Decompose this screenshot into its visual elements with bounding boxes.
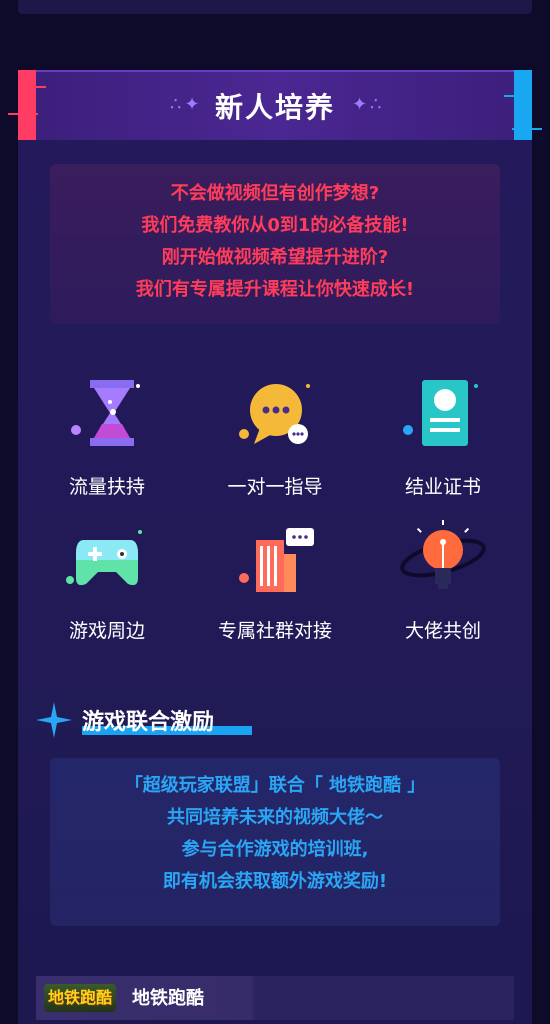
community-icon bbox=[230, 520, 320, 600]
partnership-line: 共同培养未来的视频大佬～ bbox=[167, 807, 383, 828]
feature-mentoring[interactable]: 一对一指导 bbox=[195, 376, 355, 499]
partnership-box: 「超级玩家联盟」联合「 地铁跑酷 」 共同培养未来的视频大佬～ 参与合作游戏的培… bbox=[50, 758, 500, 926]
partnership-line: 参与合作游戏的培训班, bbox=[181, 839, 369, 860]
intro-line: 我们免费教你从0到1的必备技能! bbox=[141, 215, 409, 236]
hourglass-icon bbox=[62, 376, 152, 456]
chat-bubble-icon bbox=[230, 376, 320, 456]
intro-line: 刚开始做视频希望提升进阶? bbox=[161, 247, 389, 268]
partnership-line: 即有机会获取额外游戏奖励! bbox=[162, 871, 388, 892]
feature-label: 大佬共创 bbox=[404, 620, 481, 642]
feature-label: 一对一指导 bbox=[227, 476, 323, 498]
feature-co-creation[interactable]: 大佬共创 bbox=[363, 520, 523, 643]
gamepad-icon bbox=[62, 520, 152, 600]
feature-label: 游戏周边 bbox=[68, 620, 145, 642]
page-title: 新人培养 bbox=[214, 91, 335, 124]
game-logo: 地铁跑酷 bbox=[44, 984, 116, 1012]
star-icon bbox=[36, 702, 72, 738]
feature-label: 专属社群对接 bbox=[217, 620, 332, 642]
feature-game-merch[interactable]: 游戏周边 bbox=[27, 520, 187, 643]
lightbulb-icon bbox=[398, 520, 488, 600]
previous-card bbox=[18, 0, 532, 14]
intro-box: 不会做视频但有创作梦想? 我们免费教你从0到1的必备技能! 刚开始做视频希望提升… bbox=[50, 164, 500, 324]
section-subtitle: 游戏联合激励 bbox=[36, 700, 256, 740]
feature-label: 结业证书 bbox=[404, 476, 481, 498]
subtitle-text: 游戏联合激励 bbox=[82, 710, 215, 735]
feature-label: 流量扶持 bbox=[68, 476, 145, 498]
partnership-line: 「超级玩家联盟」联合「 地铁跑酷 」 bbox=[124, 775, 426, 796]
intro-line: 不会做视频但有创作梦想? bbox=[170, 183, 380, 204]
decor-line bbox=[512, 128, 542, 130]
feature-traffic-support[interactable]: 流量扶持 bbox=[27, 376, 187, 499]
feature-certificate[interactable]: 结业证书 bbox=[363, 376, 523, 499]
intro-line: 我们有专属提升课程让你快速成长! bbox=[135, 279, 415, 300]
feature-community[interactable]: 专属社群对接 bbox=[195, 520, 355, 643]
game-item[interactable]: 地铁跑酷 地铁跑酷 bbox=[36, 976, 514, 1020]
game-name: 地铁跑酷 bbox=[132, 988, 204, 1009]
certificate-icon bbox=[398, 376, 488, 456]
